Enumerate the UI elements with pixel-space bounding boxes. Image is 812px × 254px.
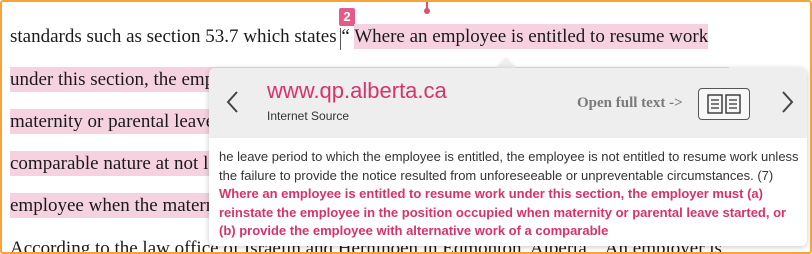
source-match-popup: www.qp.alberta.ca Internet Source Open f… xyxy=(209,68,807,246)
prev-source-button[interactable] xyxy=(215,84,251,120)
source-url[interactable]: www.qp.alberta.ca xyxy=(267,78,447,104)
compare-view-icon xyxy=(707,94,741,114)
excerpt-matched-text: Where an employee is entitled to resume … xyxy=(219,186,787,238)
cursor-marker-dot xyxy=(424,8,430,14)
excerpt-context-text: he leave period to which the employee is… xyxy=(219,149,799,183)
popup-header: www.qp.alberta.ca Internet Source Open f… xyxy=(209,68,807,138)
compare-view-button[interactable] xyxy=(698,88,750,120)
next-source-button[interactable] xyxy=(769,84,805,120)
match-number-badge[interactable]: 2 xyxy=(339,8,355,26)
doc-line-1-text: standards such as section 53.7 which sta… xyxy=(10,26,355,47)
highlighted-match-text[interactable]: Where an employee is entitled to resume … xyxy=(354,24,709,49)
text-caret xyxy=(340,28,341,50)
doc-line-1: standards such as section 53.7 which sta… xyxy=(10,24,709,49)
source-excerpt: he leave period to which the employee is… xyxy=(219,148,803,241)
next-chevron-icon xyxy=(782,91,794,113)
prev-chevron-icon xyxy=(226,91,238,113)
document-viewer: 2 standards such as section 53.7 which s… xyxy=(0,0,812,254)
open-full-text-link[interactable]: Open full text -> xyxy=(577,95,683,112)
source-type: Internet Source xyxy=(267,109,350,123)
